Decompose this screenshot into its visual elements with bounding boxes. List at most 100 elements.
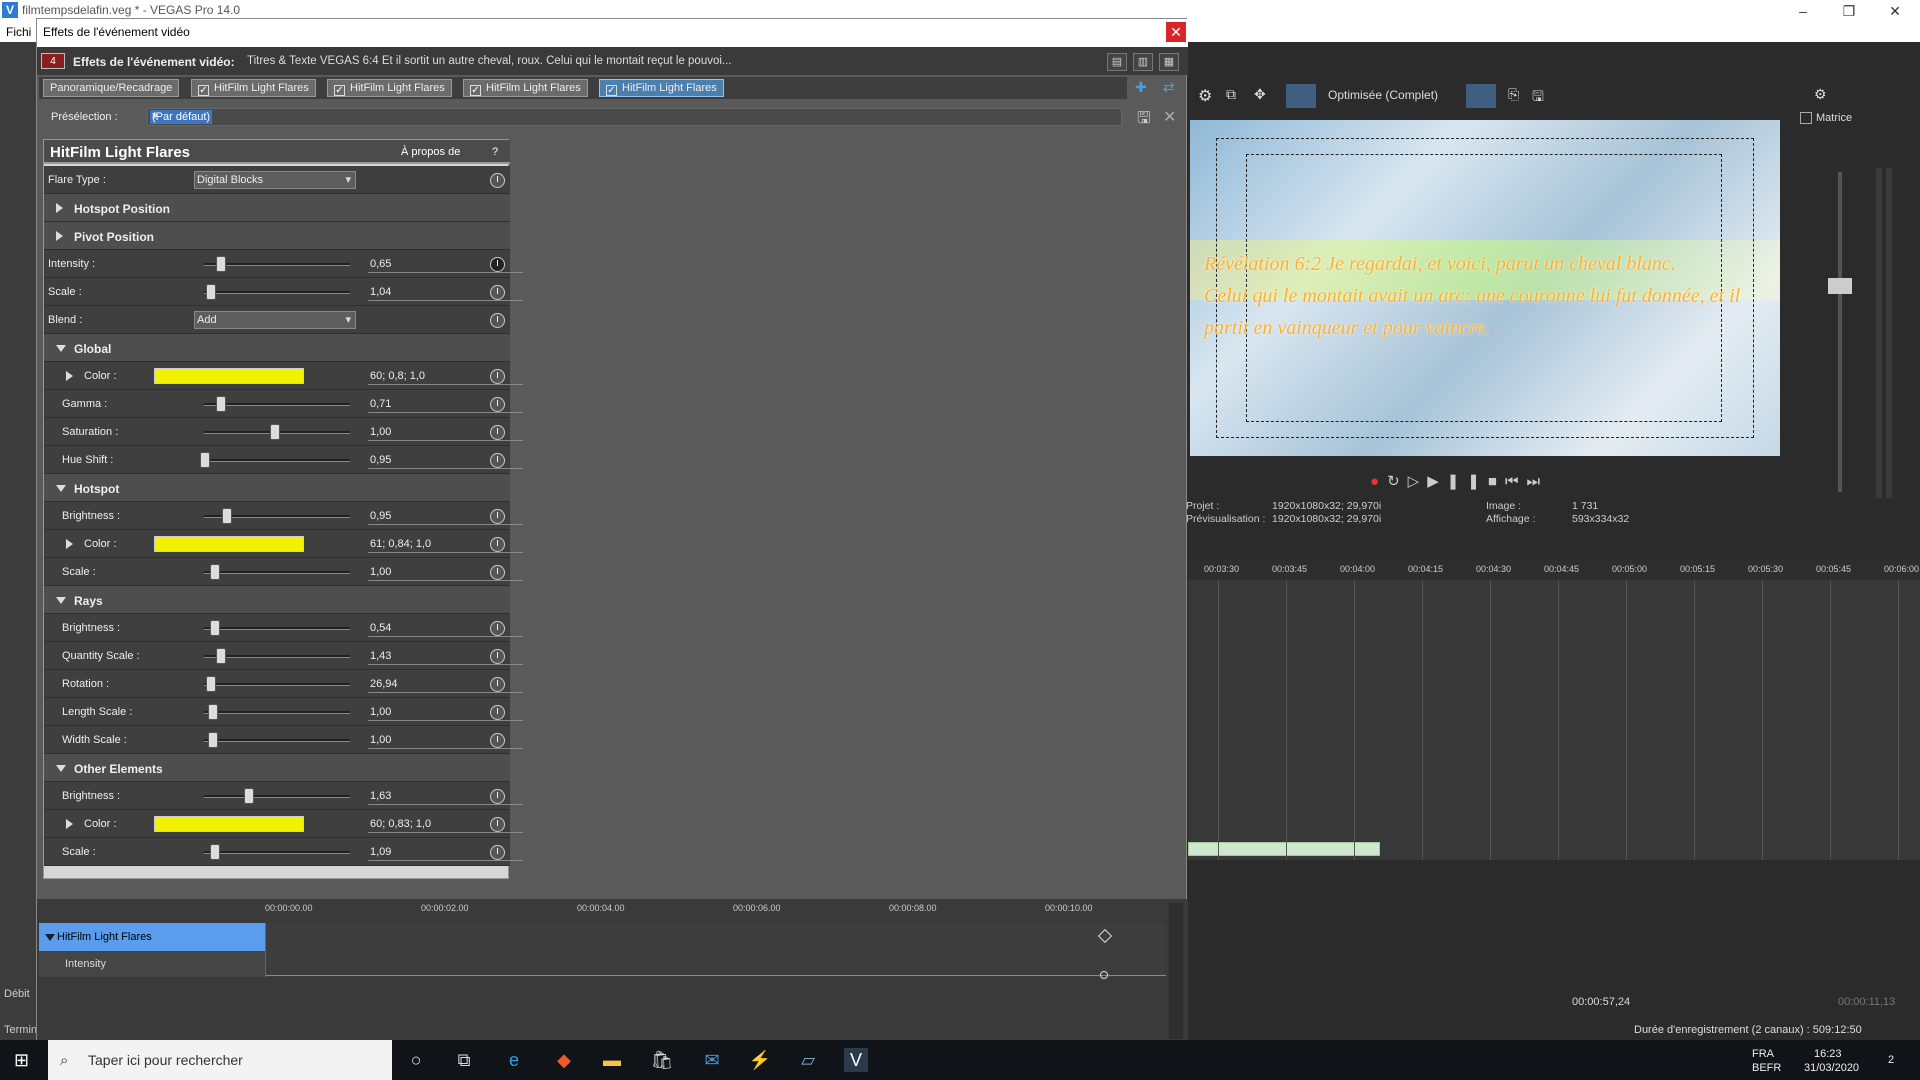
play-from-start-icon[interactable]: ▷ xyxy=(1408,473,1428,490)
keyframe-param-header[interactable]: Intensity xyxy=(39,951,265,977)
curve-point[interactable] xyxy=(1100,971,1108,979)
length-scale-slider[interactable] xyxy=(204,704,350,720)
expand-icon[interactable] xyxy=(56,231,63,241)
view-list-icon[interactable]: ▤ xyxy=(1107,53,1127,71)
other-elements-section[interactable]: Other Elements xyxy=(44,754,510,782)
record-icon[interactable]: ● xyxy=(1370,473,1387,490)
keyframe-icon[interactable] xyxy=(490,677,505,692)
flare-type-dropdown[interactable]: Digital Blocks xyxy=(194,171,356,189)
vegas-pro-taskbar-icon[interactable]: V xyxy=(844,1048,868,1072)
language-code[interactable]: FRA xyxy=(1752,1048,1774,1060)
chain-item-flares-4[interactable]: ✓ HitFilm Light Flares xyxy=(599,79,724,97)
keyframe-icon[interactable] xyxy=(490,565,505,580)
other-scale-slider[interactable] xyxy=(204,844,350,860)
preset-dropdown[interactable]: (Par défaut) ▾ xyxy=(147,108,1122,126)
timeline-ruler[interactable]: 00:03:30 00:03:45 00:04:00 00:04:15 00:04:30… xyxy=(1188,560,1920,580)
slider-thumb[interactable] xyxy=(200,452,210,468)
help-button[interactable]: ? xyxy=(492,146,498,158)
slider-thumb[interactable] xyxy=(244,788,254,804)
grid-icon[interactable] xyxy=(1466,84,1496,108)
expand-icon[interactable] xyxy=(56,203,63,213)
collapse-icon[interactable] xyxy=(45,934,55,941)
hotspot-brightness-slider[interactable] xyxy=(204,508,350,524)
keyframe-icon[interactable] xyxy=(490,537,505,552)
dialog-close-button[interactable]: ✕ xyxy=(1166,22,1186,42)
keyframe-icon[interactable] xyxy=(490,397,505,412)
hotspot-position-row[interactable]: Hotspot Position xyxy=(44,194,510,222)
go-end-icon[interactable]: ⏭ xyxy=(1526,473,1548,490)
intensity-slider[interactable] xyxy=(204,256,350,272)
keyframe-icon[interactable] xyxy=(490,649,505,664)
restore-button[interactable]: ❐ xyxy=(1826,0,1872,22)
expand-icon[interactable] xyxy=(66,539,73,549)
keyframe-icon[interactable] xyxy=(490,285,505,300)
save-snapshot-icon[interactable]: 🖫 xyxy=(1532,86,1544,110)
color-swatch[interactable] xyxy=(154,536,304,552)
collapse-icon[interactable] xyxy=(56,485,66,492)
windows-start-icon[interactable]: ⊞ xyxy=(14,1050,29,1071)
brave-icon[interactable]: ◆ xyxy=(552,1048,576,1072)
minimize-button[interactable]: – xyxy=(1780,0,1826,22)
saturation-slider[interactable] xyxy=(204,424,350,440)
gamma-slider[interactable] xyxy=(204,396,350,412)
keyframe-diamond[interactable] xyxy=(1097,928,1113,944)
timeline-area[interactable]: 00:03:30 00:03:45 00:04:00 00:04:15 00:04:30… xyxy=(1188,560,1920,860)
hotspot-scale-slider[interactable] xyxy=(204,564,350,580)
keyframe-icon[interactable] xyxy=(490,425,505,440)
slider-thumb[interactable] xyxy=(216,256,226,272)
rotation-slider[interactable] xyxy=(204,676,350,692)
collapse-icon[interactable] xyxy=(56,765,66,772)
delete-preset-icon[interactable]: ✕ xyxy=(1163,107,1176,127)
keyframe-ruler[interactable]: 00:00:00.00 00:00:02.00 00:00:04.00 00:0… xyxy=(265,903,1165,917)
view-detail-icon[interactable]: ▥ xyxy=(1133,53,1153,71)
settings-icon[interactable]: ⚙ xyxy=(1814,86,1827,103)
keyframe-icon[interactable] xyxy=(490,733,505,748)
close-window-button[interactable]: ✕ xyxy=(1872,0,1918,22)
keyframe-lane[interactable] xyxy=(265,923,1166,979)
overlay-icon[interactable]: ✥ xyxy=(1254,86,1266,103)
taskbar-search[interactable]: ⌕ Taper ici pour rechercher xyxy=(48,1040,392,1080)
keyframe-track-header[interactable]: HitFilm Light Flares xyxy=(39,923,265,951)
pivot-position-row[interactable]: Pivot Position xyxy=(44,222,510,250)
external-monitor-icon[interactable] xyxy=(1286,84,1316,108)
clock-time[interactable]: 16:23 xyxy=(1814,1048,1842,1060)
keyboard-layout[interactable]: BEFR xyxy=(1752,1062,1781,1074)
keyframe-icon[interactable] xyxy=(490,705,505,720)
keyframe-scrollbar[interactable] xyxy=(1169,903,1183,1039)
width-scale-slider[interactable] xyxy=(204,732,350,748)
collapse-icon[interactable] xyxy=(56,345,66,352)
other-brightness-slider[interactable] xyxy=(204,788,350,804)
task-view-icon[interactable]: ⧉ xyxy=(452,1048,476,1072)
gear-icon[interactable]: ⚙ xyxy=(1198,86,1212,106)
chain-item-flares-2[interactable]: ✓ HitFilm Light Flares xyxy=(327,79,452,97)
rays-section[interactable]: Rays xyxy=(44,586,510,614)
plugin-chooser-icon[interactable]: ✚ xyxy=(1135,79,1147,96)
save-preset-icon[interactable]: 🖫 xyxy=(1137,107,1151,134)
color-swatch[interactable] xyxy=(154,816,304,832)
quantity-scale-slider[interactable] xyxy=(204,648,350,664)
slider-thumb[interactable] xyxy=(222,508,232,524)
menu-file[interactable]: Fichi xyxy=(6,25,31,39)
store-icon[interactable]: 🛍 xyxy=(650,1048,674,1072)
vegas-taskbar-icon[interactable]: ⚡ xyxy=(748,1048,772,1072)
slider-thumb[interactable] xyxy=(216,396,226,412)
view-grid-icon[interactable]: ▦ xyxy=(1159,53,1179,71)
master-fader-track[interactable] xyxy=(1838,172,1842,492)
mail-icon[interactable]: ✉ xyxy=(700,1048,724,1072)
keyframe-icon[interactable] xyxy=(490,173,505,188)
master-fader-thumb[interactable] xyxy=(1828,278,1852,294)
scale-slider[interactable] xyxy=(204,284,350,300)
pause-icon[interactable]: ❚❚ xyxy=(1447,473,1488,490)
keyframe-icon[interactable] xyxy=(490,817,505,832)
slider-thumb[interactable] xyxy=(206,676,216,692)
stop-icon[interactable]: ■ xyxy=(1488,473,1505,490)
expand-icon[interactable] xyxy=(66,371,73,381)
global-section[interactable]: Global xyxy=(44,334,510,362)
slider-thumb[interactable] xyxy=(210,620,220,636)
chain-item-flares-3[interactable]: ✓ HitFilm Light Flares xyxy=(463,79,588,97)
video-preview[interactable]: Révélation 6:2 Je regardai, et voici, pa… xyxy=(1190,120,1780,456)
keyframe-icon[interactable] xyxy=(490,845,505,860)
notification-count[interactable]: 2 xyxy=(1888,1054,1894,1066)
slider-thumb[interactable] xyxy=(208,732,218,748)
file-explorer-icon[interactable]: ▬ xyxy=(600,1048,624,1072)
